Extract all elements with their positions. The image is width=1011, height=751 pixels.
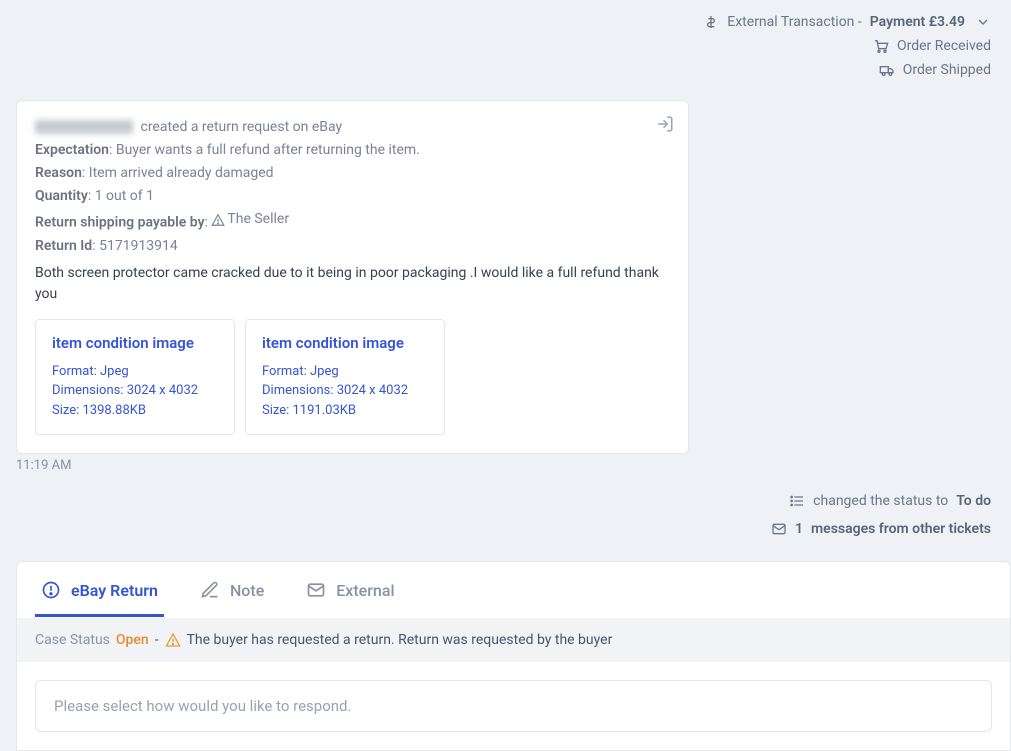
created-line: created a return request on eBay [35, 117, 670, 138]
expectation-label: Expectation [35, 142, 109, 158]
quantity-value: 1 out of 1 [95, 188, 154, 204]
mid-events: changed the status to To do 1 messages f… [0, 473, 1011, 553]
reply-panel: eBay Return Note External Case Status Op… [16, 561, 1011, 751]
top-events: External Transaction - Payment £3.49 Ord… [0, 0, 1011, 82]
return-request-card: created a return request on eBay Expecta… [16, 100, 689, 454]
attachment-title[interactable]: item condition image [52, 334, 218, 352]
mail-icon [306, 580, 326, 600]
transaction-prefix: External Transaction - [727, 14, 861, 30]
truck-icon [879, 62, 895, 78]
transaction-event[interactable]: External Transaction - Payment £3.49 [20, 10, 991, 34]
case-status-label: Case Status [35, 632, 110, 648]
attachment-format: Format: Jpeg [52, 362, 218, 382]
tab-external[interactable]: External [300, 562, 400, 617]
alert-circle-icon [41, 580, 61, 600]
order-shipped-label: Order Shipped [903, 62, 991, 78]
edit-icon [200, 580, 220, 600]
other-messages-event[interactable]: 1 messages from other tickets [20, 515, 991, 543]
payable-line: Return shipping payable by: The Seller [35, 209, 670, 234]
order-received-label: Order Received [897, 38, 991, 54]
messages-suffix: messages from other tickets [811, 521, 991, 537]
chevron-down-icon [975, 14, 991, 30]
expectation-value: Buyer wants a full refund after returnin… [116, 142, 420, 158]
reply-tabs: eBay Return Note External [17, 562, 1010, 618]
quantity-line: Quantity: 1 out of 1 [35, 186, 670, 207]
tab-ebay-return[interactable]: eBay Return [35, 562, 164, 617]
message-timestamp: 11:19 AM [16, 458, 1011, 473]
status-change-prefix: changed the status to [813, 493, 948, 509]
buyer-message: Both screen protector came cracked due t… [35, 263, 670, 305]
respond-placeholder: Please select how would you like to resp… [54, 697, 351, 715]
attachment-card[interactable]: item condition image Format: Jpeg Dimens… [35, 319, 235, 436]
dollar-icon [703, 14, 719, 30]
reason-label: Reason [35, 165, 82, 181]
attachment-size: Size: 1398.88KB [52, 401, 218, 421]
case-status-text: The buyer has requested a return. Return… [187, 632, 613, 648]
case-status-dash: - [155, 632, 159, 648]
mail-icon [771, 521, 787, 537]
attachment-card[interactable]: item condition image Format: Jpeg Dimens… [245, 319, 445, 436]
created-suffix: created a return request on eBay [140, 119, 342, 135]
attachments: item condition image Format: Jpeg Dimens… [35, 319, 670, 436]
case-status-open: Open [116, 632, 149, 648]
case-status-bar: Case Status Open - The buyer has request… [17, 618, 1010, 662]
payable-label: Return shipping payable by [35, 215, 205, 231]
respond-select[interactable]: Please select how would you like to resp… [35, 680, 992, 732]
expectation-line: Expectation: Buyer wants a full refund a… [35, 140, 670, 161]
reason-value: Item arrived already damaged [89, 165, 274, 181]
attachment-dimensions: Dimensions: 3024 x 4032 [262, 381, 428, 401]
attachment-title[interactable]: item condition image [262, 334, 428, 352]
messages-count: 1 [795, 521, 803, 537]
tab-note-label: Note [230, 581, 264, 600]
payable-warn: The Seller [211, 209, 289, 230]
attachment-size: Size: 1191.03KB [262, 401, 428, 421]
status-change-event: changed the status to To do [20, 487, 991, 515]
order-received-event: Order Received [20, 34, 991, 58]
warning-triangle-icon [165, 632, 181, 648]
tab-ebay-label: eBay Return [71, 581, 158, 600]
quantity-label: Quantity [35, 188, 88, 204]
tab-external-label: External [336, 581, 394, 600]
return-id-line: Return Id: 5171913914 [35, 236, 670, 257]
payable-value: The Seller [227, 209, 289, 230]
order-shipped-event: Order Shipped [20, 58, 991, 82]
reason-line: Reason: Item arrived already damaged [35, 163, 670, 184]
warning-triangle-icon [211, 213, 225, 227]
attachment-dimensions: Dimensions: 3024 x 4032 [52, 381, 218, 401]
cart-icon [873, 38, 889, 54]
tab-note[interactable]: Note [194, 562, 270, 617]
list-icon [789, 493, 805, 509]
transaction-amount: Payment £3.49 [870, 14, 965, 30]
return-id-label: Return Id [35, 238, 92, 254]
attachment-format: Format: Jpeg [262, 362, 428, 382]
status-change-value: To do [956, 493, 991, 509]
return-id-value: 5171913914 [99, 238, 178, 254]
login-icon[interactable] [656, 115, 674, 137]
buyer-name-redacted [35, 120, 133, 134]
